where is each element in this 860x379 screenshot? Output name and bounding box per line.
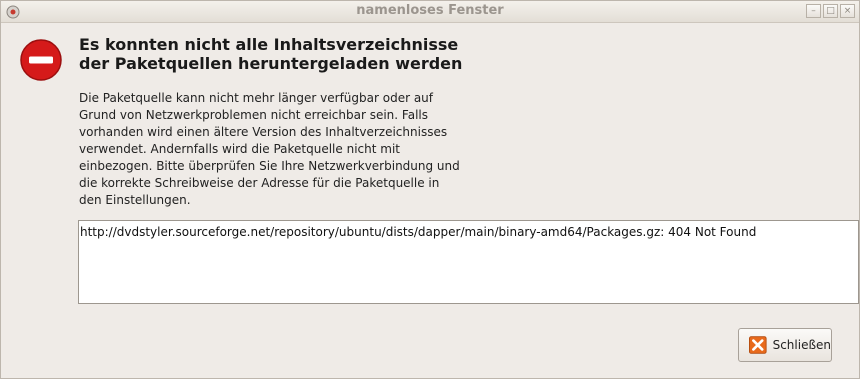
dialog-window: namenloses Fenster – □ × Es konnten nich… (0, 0, 860, 379)
minimize-button[interactable]: – (806, 4, 821, 18)
dialog-heading: Es konnten nicht alle Inhaltsverzeichnis… (79, 35, 639, 73)
message-line: verwendet. Andernfalls wird die Paketque… (79, 142, 400, 156)
message-line: Die Paketquelle kann nicht mehr länger v… (79, 91, 434, 105)
message-line: vorhanden wird einen ältere Version des … (79, 125, 448, 139)
message-line: einbezogen. Bitte überprüfen Sie Ihre Ne… (79, 159, 460, 173)
maximize-button[interactable]: □ (823, 4, 838, 18)
details-textview[interactable]: http://dvdstyler.sourceforge.net/reposit… (78, 220, 859, 304)
close-button-label: Schließen (772, 338, 831, 352)
details-text: http://dvdstyler.sourceforge.net/reposit… (80, 225, 757, 239)
message-line: die korrekte Schreibweise der Adresse fü… (79, 176, 440, 190)
message-line: den Einstellungen. (79, 193, 191, 207)
close-icon (749, 336, 767, 354)
close-window-button[interactable]: × (840, 4, 855, 18)
heading-line: der Paketquellen heruntergeladen werden (79, 54, 463, 73)
title-bar[interactable]: namenloses Fenster – □ × (1, 1, 859, 23)
dialog-message: Die Paketquelle kann nicht mehr länger v… (79, 90, 509, 209)
window-title: namenloses Fenster (356, 3, 504, 18)
heading-line: Es konnten nicht alle Inhaltsverzeichnis… (79, 35, 459, 54)
message-line: Grund von Netzwerkproblemen nicht erreic… (79, 108, 428, 122)
error-icon (20, 39, 62, 81)
close-button[interactable]: Schließen (738, 328, 832, 362)
